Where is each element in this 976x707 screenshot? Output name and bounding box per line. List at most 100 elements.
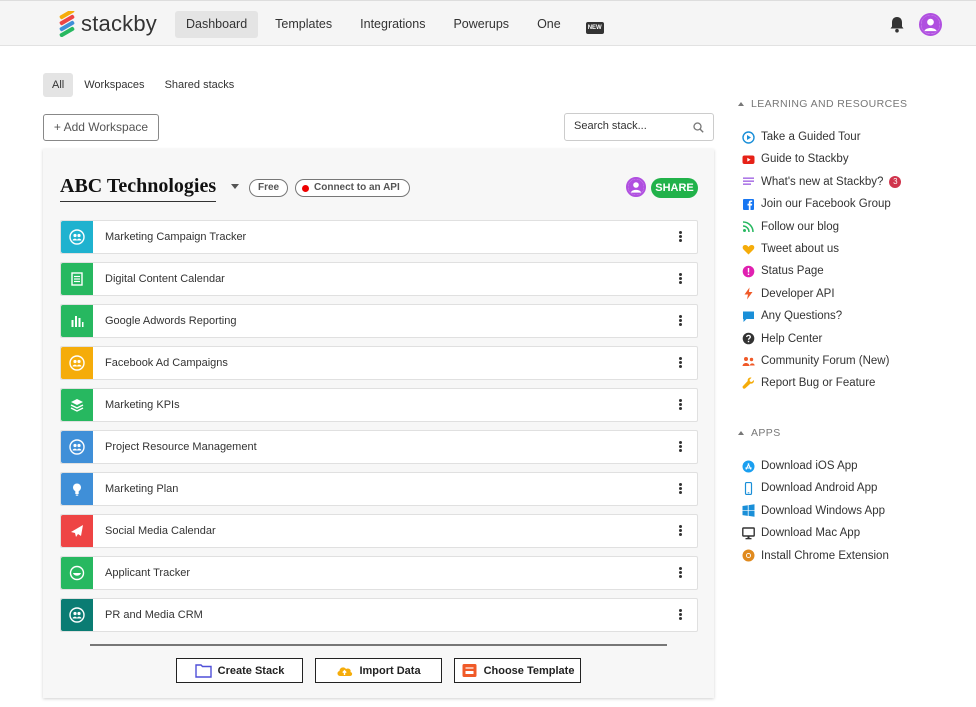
stack-row-marketing-campaign-tracker[interactable]: Marketing Campaign Tracker xyxy=(60,220,698,254)
stack-name: Marketing Campaign Tracker xyxy=(105,231,247,243)
more-options-icon[interactable] xyxy=(679,525,683,539)
sidebar-link-download-android-app[interactable]: Download Android App xyxy=(742,480,877,496)
wrench-icon xyxy=(742,377,755,390)
user-silhouette-icon xyxy=(921,15,940,34)
stackby-logo[interactable]: stackby xyxy=(56,9,157,39)
learning-section-title: LEARNING AND RESOURCES xyxy=(751,98,908,110)
stack-row-digital-content-calendar[interactable]: Digital Content Calendar xyxy=(60,262,698,296)
sidebar-link-join-our-facebook-group[interactable]: Join our Facebook Group xyxy=(742,196,891,212)
user-silhouette-icon xyxy=(628,179,644,195)
workspace-caret-down-icon[interactable] xyxy=(231,184,239,189)
sidebar-link-community-forum-new[interactable]: Community Forum (New) xyxy=(742,353,889,369)
choose-template-button[interactable]: Choose Template xyxy=(454,658,581,683)
sidebar-link-label: Developer API xyxy=(761,287,835,300)
facebook-icon xyxy=(742,198,755,211)
more-options-icon[interactable] xyxy=(679,315,683,329)
more-options-icon[interactable] xyxy=(679,273,683,287)
stack-name: Facebook Ad Campaigns xyxy=(105,357,228,369)
sidebar-link-guide-to-stackby[interactable]: Guide to Stackby xyxy=(742,151,849,167)
sidebar-link-developer-api[interactable]: Developer API xyxy=(742,286,835,302)
nav-templates[interactable]: Templates xyxy=(264,11,343,38)
youtube-icon xyxy=(742,153,755,166)
apps-section-header[interactable]: APPS xyxy=(738,427,781,439)
sidebar-link-label: Install Chrome Extension xyxy=(761,549,889,562)
nav-dashboard[interactable]: Dashboard xyxy=(175,11,259,38)
connect-api-button[interactable]: Connect to an API xyxy=(295,179,410,197)
status-dot-icon xyxy=(302,185,309,192)
more-options-icon[interactable] xyxy=(679,399,683,413)
user-avatar[interactable] xyxy=(919,13,942,36)
tab-shared-stacks[interactable]: Shared stacks xyxy=(156,73,244,97)
document-icon xyxy=(61,263,93,295)
create-stack-button[interactable]: Create Stack xyxy=(176,658,303,683)
people-circle-icon xyxy=(61,431,93,463)
search-stack-input[interactable] xyxy=(574,120,694,132)
list-icon xyxy=(742,175,755,188)
stack-row-project-resource-management[interactable]: Project Resource Management xyxy=(60,430,698,464)
stack-row-marketing-kpis[interactable]: Marketing KPIs xyxy=(60,388,698,422)
stack-row-social-media-calendar[interactable]: Social Media Calendar xyxy=(60,514,698,548)
stack-row-marketing-plan[interactable]: Marketing Plan xyxy=(60,472,698,506)
stack-row-google-adwords-reporting[interactable]: Google Adwords Reporting xyxy=(60,304,698,338)
add-workspace-button[interactable]: + Add Workspace xyxy=(43,114,159,141)
tab-all[interactable]: All xyxy=(43,73,74,97)
collapse-triangle-icon xyxy=(738,431,744,435)
sidebar-link-help-center[interactable]: Help Center xyxy=(742,331,822,347)
sidebar-link-label: Report Bug or Feature xyxy=(761,377,876,390)
more-options-icon[interactable] xyxy=(679,567,683,581)
sidebar-link-label: What's new at Stackby? xyxy=(761,175,884,188)
stack-row-facebook-ad-campaigns[interactable]: Facebook Ad Campaigns xyxy=(60,346,698,380)
sidebar-link-tweet-about-us[interactable]: Tweet about us xyxy=(742,241,839,257)
sidebar-link-status-page[interactable]: Status Page xyxy=(742,263,824,279)
more-options-icon[interactable] xyxy=(679,231,683,245)
sidebar-link-follow-our-blog[interactable]: Follow our blog xyxy=(742,219,839,235)
more-options-icon[interactable] xyxy=(679,483,683,497)
nav-powerups[interactable]: Powerups xyxy=(442,11,520,38)
stack-name: Project Resource Management xyxy=(105,441,257,453)
learning-section-header[interactable]: LEARNING AND RESOURCES xyxy=(738,98,907,110)
stack-row-pr-and-media-crm[interactable]: PR and Media CRM xyxy=(60,598,698,632)
share-button[interactable]: SHARE xyxy=(651,178,698,198)
stack-name: Marketing Plan xyxy=(105,483,179,495)
cloud-upload-icon xyxy=(337,667,353,676)
stack-list: Marketing Campaign Tracker Digital Conten… xyxy=(60,220,698,640)
search-icon[interactable] xyxy=(693,122,704,133)
bar-chart-icon xyxy=(61,305,93,337)
sidebar-link-take-a-guided-tour[interactable]: Take a Guided Tour xyxy=(742,129,861,145)
new-badge-icon[interactable]: NEW xyxy=(585,22,604,34)
layers-icon xyxy=(61,389,93,421)
nav-one[interactable]: One xyxy=(526,11,572,38)
stack-name: Social Media Calendar xyxy=(105,525,216,537)
sidebar-link-report-bug-or-feature[interactable]: Report Bug or Feature xyxy=(742,375,875,391)
workspace-member-avatar[interactable] xyxy=(626,177,646,197)
workspace-title[interactable]: ABC Technologies xyxy=(60,175,217,202)
more-options-icon[interactable] xyxy=(679,609,683,623)
monitor-icon xyxy=(742,526,755,540)
stack-row-applicant-tracker[interactable]: Applicant Tracker xyxy=(60,556,698,590)
sidebar-link-download-windows-app[interactable]: Download Windows App xyxy=(742,503,885,519)
sidebar-link-label: Take a Guided Tour xyxy=(761,131,861,143)
sidebar-link-download-ios-app[interactable]: Download iOS App xyxy=(742,458,858,474)
sidebar-link-label: Join our Facebook Group xyxy=(761,198,891,211)
bell-icon[interactable] xyxy=(889,16,905,33)
import-data-button[interactable]: Import Data xyxy=(315,658,442,683)
sidebar-link-label: Download Android App xyxy=(761,482,878,495)
tab-workspaces[interactable]: Workspaces xyxy=(75,73,153,97)
plan-badge[interactable]: Free xyxy=(249,179,289,197)
more-options-icon[interactable] xyxy=(679,357,683,371)
sidebar-link-label: Community Forum (New) xyxy=(761,355,890,367)
heart-icon xyxy=(742,243,755,256)
more-options-icon[interactable] xyxy=(679,441,683,455)
people-circle-icon xyxy=(61,221,93,253)
sidebar-link-what-s-new-at-stackby[interactable]: What's new at Stackby? 3 xyxy=(742,174,902,190)
sidebar-link-label: Help Center xyxy=(761,332,823,345)
sidebar-link-any-questions[interactable]: Any Questions? xyxy=(742,308,842,324)
stack-name: Applicant Tracker xyxy=(105,567,190,579)
nav-integrations[interactable]: Integrations xyxy=(349,11,436,38)
import-data-label: Import Data xyxy=(359,664,421,677)
phone-icon xyxy=(742,481,755,495)
sidebar-link-download-mac-app[interactable]: Download Mac App xyxy=(742,525,860,541)
sidebar-link-label: Download Windows App xyxy=(761,504,886,517)
help-icon xyxy=(742,332,755,345)
sidebar-link-install-chrome-extension[interactable]: Install Chrome Extension xyxy=(742,548,889,564)
